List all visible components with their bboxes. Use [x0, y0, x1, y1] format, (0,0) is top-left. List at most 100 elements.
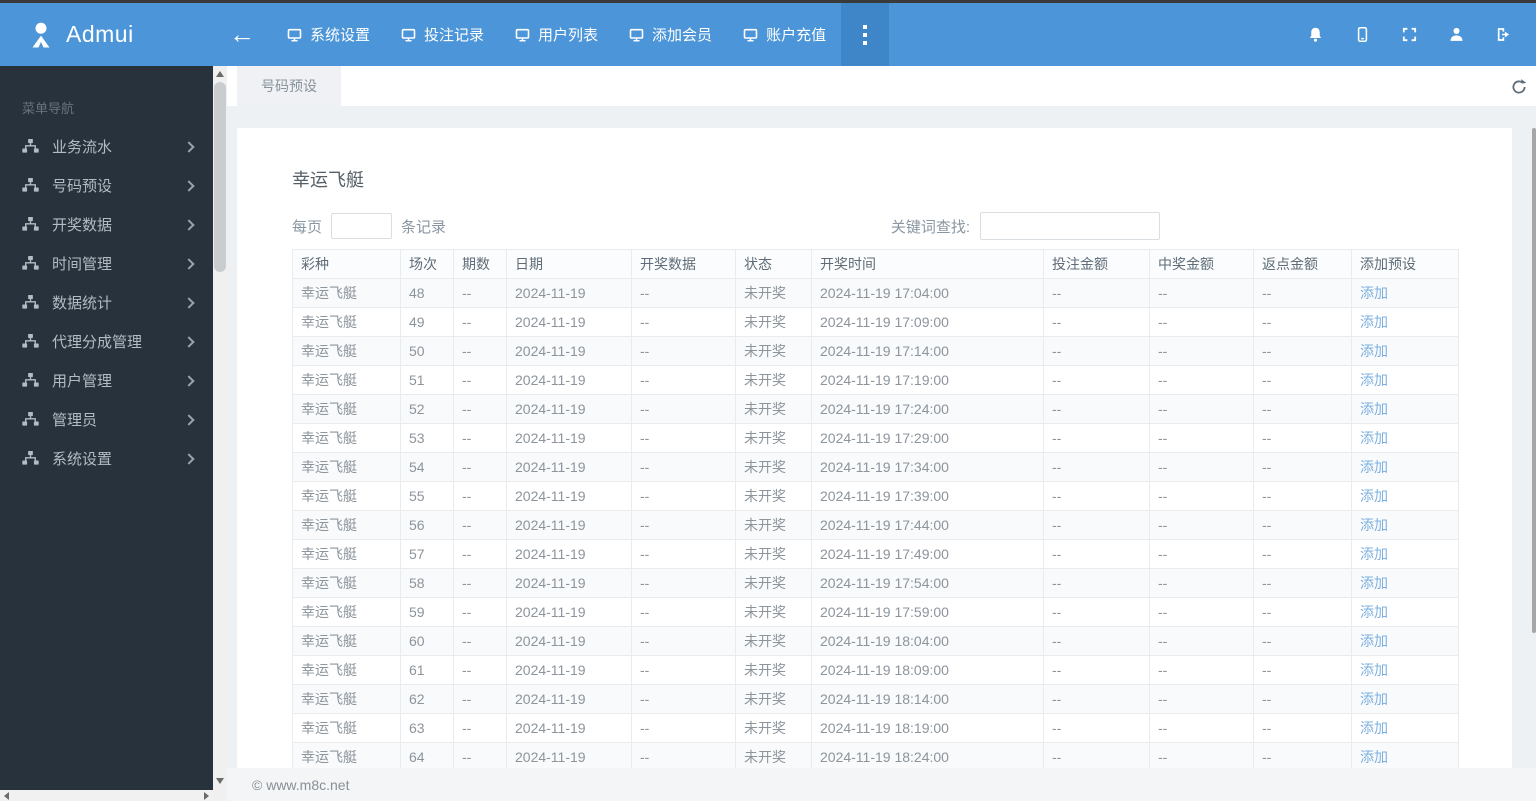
table-cell: --: [1149, 394, 1254, 424]
keyword-label: 关键词查找:: [890, 218, 970, 236]
notifications-button[interactable]: [1306, 26, 1324, 44]
table-cell: 2024-11-19: [506, 713, 632, 743]
table-cell: 幸运飞艇: [292, 307, 401, 337]
fullscreen-button[interactable]: [1400, 26, 1418, 44]
table-cell: 2024-11-19 17:49:00: [811, 539, 1044, 569]
scrollbar-thumb[interactable]: [214, 82, 226, 272]
sidebar-item-label: 时间管理: [52, 256, 113, 273]
table-cell: --: [1253, 336, 1352, 366]
sidebar-item-data-statistics[interactable]: 数据统计: [0, 283, 213, 322]
logout-button[interactable]: [1494, 26, 1512, 44]
refresh-button[interactable]: [1507, 75, 1531, 99]
table-row: 幸运飞艇 56 -- 2024-11-19 -- 未开奖 2024-11-19 17:44:…: [292, 510, 1459, 540]
table-cell: --: [1043, 452, 1150, 482]
table-cell: 幸运飞艇: [292, 539, 401, 569]
nav-more-button[interactable]: [841, 3, 890, 66]
per-page-input[interactable]: [331, 213, 393, 239]
mobile-view-button[interactable]: [1353, 26, 1371, 44]
table-cell: 幸运飞艇: [292, 510, 401, 540]
sidebar-item-business-flow[interactable]: 业务流水: [0, 127, 213, 166]
table-cell: 幸运飞艇: [292, 452, 401, 482]
table-cell: --: [1253, 568, 1352, 598]
table-cell: --: [453, 423, 507, 453]
brand-logo[interactable]: Admui: [0, 3, 213, 66]
user-account-button[interactable]: [1447, 26, 1465, 44]
sidebar-item-system-settings[interactable]: 系统设置: [0, 439, 213, 478]
nav-item-label: 账户充值: [766, 27, 827, 44]
sidebar-item-user-management[interactable]: 用户管理: [0, 361, 213, 400]
table-cell-action: 添加: [1351, 742, 1459, 768]
sidebar-item-label: 管理员: [52, 412, 98, 429]
add-preset-link[interactable]: 添加: [1360, 662, 1388, 678]
sidebar-item-label: 开奖数据: [52, 217, 113, 234]
add-preset-link[interactable]: 添加: [1360, 575, 1388, 591]
add-preset-link[interactable]: 添加: [1360, 546, 1388, 562]
vertical-dots-icon: [863, 24, 868, 29]
table-cell: 未开奖: [735, 278, 812, 308]
table-cell: 2024-11-19 17:04:00: [811, 278, 1044, 308]
table-cell: --: [1043, 742, 1150, 768]
add-preset-link[interactable]: 添加: [1360, 372, 1388, 388]
sidebar-item-label: 号码预设: [52, 178, 113, 195]
table-cell: 未开奖: [735, 365, 812, 395]
table-cell: 2024-11-19: [506, 568, 632, 598]
table-cell: 48: [400, 278, 454, 308]
per-page-suffix-label: 条记录: [401, 218, 447, 236]
refresh-icon: [1512, 79, 1527, 94]
add-preset-link[interactable]: 添加: [1360, 604, 1388, 620]
add-preset-link[interactable]: 添加: [1360, 720, 1388, 736]
nav-item-add-member[interactable]: 添加会员: [613, 3, 727, 66]
keyword-search-input[interactable]: [980, 212, 1160, 240]
table-cell: 58: [400, 568, 454, 598]
table-cell: --: [453, 278, 507, 308]
sitemap-icon: [22, 334, 39, 348]
main-vertical-scrollbar-thumb[interactable]: [1532, 128, 1536, 633]
add-preset-link[interactable]: 添加: [1360, 488, 1388, 504]
table-cell: --: [453, 510, 507, 540]
nav-item-account-recharge[interactable]: 账户充值: [727, 3, 841, 66]
table-cell: --: [1149, 742, 1254, 768]
tab-bar: 号码预设: [227, 66, 1536, 106]
back-button[interactable]: ←: [213, 3, 271, 66]
add-preset-link[interactable]: 添加: [1360, 285, 1388, 301]
nav-item-label: 用户列表: [538, 27, 599, 44]
add-preset-link[interactable]: 添加: [1360, 314, 1388, 330]
nav-item-bet-records[interactable]: 投注记录: [385, 3, 499, 66]
add-preset-link[interactable]: 添加: [1360, 459, 1388, 475]
table-cell: 60: [400, 626, 454, 656]
table-cell: --: [453, 684, 507, 714]
table-cell: --: [1043, 713, 1150, 743]
sidebar-item-number-preset[interactable]: 号码预设: [0, 166, 213, 205]
table-cell: --: [1043, 394, 1150, 424]
nav-item-label: 系统设置: [310, 27, 371, 44]
add-preset-link[interactable]: 添加: [1360, 430, 1388, 446]
add-preset-link[interactable]: 添加: [1360, 691, 1388, 707]
add-preset-link[interactable]: 添加: [1360, 517, 1388, 533]
tab-number-preset[interactable]: 号码预设: [237, 66, 341, 106]
table-cell: 幸运飞艇: [292, 481, 401, 511]
scroll-left-arrow[interactable]: [4, 792, 9, 800]
table-cell: --: [1043, 336, 1150, 366]
scroll-right-arrow[interactable]: [204, 792, 209, 800]
add-preset-link[interactable]: 添加: [1360, 401, 1388, 417]
sidebar-item-agent-commission[interactable]: 代理分成管理: [0, 322, 213, 361]
table-cell: 2024-11-19 17:24:00: [811, 394, 1044, 424]
table-cell: 2024-11-19: [506, 626, 632, 656]
scroll-up-arrow[interactable]: [216, 71, 224, 77]
nav-item-user-list[interactable]: 用户列表: [499, 3, 613, 66]
table-cell: --: [1149, 626, 1254, 656]
table-controls: 每页 条记录 关键词查找:: [292, 212, 1457, 240]
sidebar-item-draw-data[interactable]: 开奖数据: [0, 205, 213, 244]
add-preset-link[interactable]: 添加: [1360, 633, 1388, 649]
sidebar-item-time-management[interactable]: 时间管理: [0, 244, 213, 283]
add-preset-link[interactable]: 添加: [1360, 749, 1388, 765]
nav-item-system-settings[interactable]: 系统设置: [271, 3, 385, 66]
bell-icon: [1309, 27, 1321, 42]
sidebar-vertical-scrollbar[interactable]: [213, 66, 227, 801]
table-cell: --: [1253, 539, 1352, 569]
sidebar-horizontal-scrollbar[interactable]: [0, 790, 213, 801]
scroll-down-arrow[interactable]: [216, 778, 224, 784]
add-preset-link[interactable]: 添加: [1360, 343, 1388, 359]
table-cell: --: [1149, 597, 1254, 627]
sidebar-item-administrators[interactable]: 管理员: [0, 400, 213, 439]
